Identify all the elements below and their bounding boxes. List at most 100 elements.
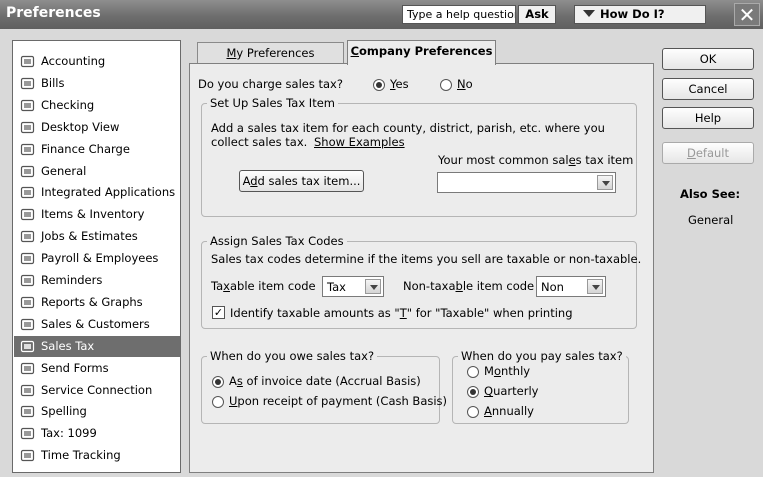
how-do-i-button[interactable]: How Do I? <box>574 5 706 24</box>
sidebar-item[interactable]: Time Tracking <box>14 445 180 466</box>
sales-tax-icon <box>20 339 35 354</box>
chevron-down-icon[interactable] <box>587 279 603 294</box>
sidebar-item-label: Sales Tax <box>41 338 95 353</box>
sidebar-item-label: Service Connection <box>41 382 153 397</box>
default-button: Default <box>662 142 754 164</box>
sidebar-item[interactable]: Send Forms <box>14 358 180 379</box>
non-taxable-item-code-select[interactable]: Non <box>536 276 606 297</box>
quarterly-radio[interactable] <box>467 386 479 398</box>
general-icon <box>20 164 35 179</box>
monthly-radio[interactable] <box>467 366 479 378</box>
sidebar-item[interactable]: Payroll & Employees <box>14 248 180 269</box>
charge-yes-radio[interactable] <box>373 79 385 91</box>
sidebar-item-label: Checking <box>41 97 95 112</box>
sidebar-item-label: Bills <box>41 75 65 90</box>
sidebar-item-label: Payroll & Employees <box>41 251 159 266</box>
reports-graphs-icon <box>20 295 35 310</box>
common-item-label: Your most common sales tax item <box>438 153 634 167</box>
integrated-apps-icon <box>20 185 35 200</box>
tab-company-preferences[interactable]: Company Preferences <box>347 40 496 65</box>
show-examples-link[interactable]: Show Examples <box>314 135 405 149</box>
common-sales-tax-item-select[interactable] <box>437 172 616 193</box>
quarterly-label: Quarterly <box>484 384 539 398</box>
sidebar-item-label: Spelling <box>41 404 87 419</box>
annually-label: Annually <box>484 404 534 418</box>
dropdown-triangle-icon <box>583 10 595 17</box>
sidebar-item[interactable]: Sales & Customers <box>14 314 180 335</box>
sidebar-item[interactable]: Finance Charge <box>14 139 180 160</box>
close-icon[interactable]: ✕ <box>734 3 760 26</box>
sidebar-item[interactable]: Tax: 1099 <box>14 423 180 444</box>
cash-basis-radio[interactable] <box>212 396 224 408</box>
also-see-general-link[interactable]: General <box>688 213 733 227</box>
owe-sales-tax-group <box>201 356 440 424</box>
payroll-icon <box>20 251 35 266</box>
codes-group-legend: Assign Sales Tax Codes <box>207 234 347 248</box>
title-bar: Preferences Type a help question Ask How… <box>0 0 763 29</box>
sidebar-item[interactable]: Jobs & Estimates <box>14 226 180 247</box>
setup-description-line1: Add a sales tax item for each county, di… <box>211 121 605 135</box>
ask-button[interactable]: Ask <box>518 5 556 24</box>
sidebar-item-label: Reports & Graphs <box>41 294 143 309</box>
window-title: Preferences <box>6 5 101 21</box>
sidebar-item-label: Items & Inventory <box>41 207 145 222</box>
sidebar-item[interactable]: Checking <box>14 95 180 116</box>
non-taxable-code-value: Non <box>541 280 564 294</box>
sidebar-item[interactable]: Reminders <box>14 270 180 291</box>
time-tracking-icon <box>20 448 35 463</box>
sidebar-item[interactable]: Sales Tax <box>14 335 180 357</box>
sidebar-item[interactable]: Desktop View <box>14 117 180 138</box>
sidebar-item-label: Integrated Applications <box>41 185 176 200</box>
sidebar-item-label: General <box>41 163 87 178</box>
sidebar-item[interactable]: Reports & Graphs <box>14 292 180 313</box>
finance-charge-icon <box>20 142 35 157</box>
sidebar-item-label: Sales & Customers <box>41 316 150 331</box>
taxable-item-code-select[interactable]: Tax <box>322 276 384 297</box>
setup-description-line2: collect sales tax. <box>211 135 308 149</box>
tab-my-preferences[interactable]: My Preferences <box>197 42 344 64</box>
pay-group-legend: When do you pay sales tax? <box>458 349 626 363</box>
sidebar-item-label: Finance Charge <box>41 141 130 156</box>
sidebar-item[interactable]: Accounting <box>14 51 180 72</box>
taxable-item-code-label: Taxable item code <box>211 279 316 293</box>
monthly-label: Monthly <box>484 364 531 378</box>
tax-1099-icon <box>20 426 35 441</box>
accrual-basis-radio[interactable] <box>212 376 224 388</box>
sidebar-item[interactable]: Integrated Applications <box>14 182 180 203</box>
preferences-category-list: Accounting Bills Checking Desktop View Finan… <box>12 40 181 473</box>
sidebar-item[interactable]: Spelling <box>14 401 180 422</box>
ok-button[interactable]: OK <box>662 48 754 70</box>
desktop-view-icon <box>20 120 35 135</box>
jobs-estimates-icon <box>20 229 35 244</box>
annually-radio[interactable] <box>467 406 479 418</box>
sidebar-item[interactable]: Items & Inventory <box>14 204 180 225</box>
sales-customers-icon <box>20 317 35 332</box>
charge-no-radio[interactable] <box>440 79 452 91</box>
help-search-input[interactable]: Type a help question <box>402 5 516 24</box>
sidebar-item-label: Time Tracking <box>41 448 121 463</box>
identify-taxable-checkbox[interactable]: ✓ <box>212 306 225 319</box>
items-inventory-icon <box>20 207 35 222</box>
identify-taxable-label: Identify taxable amounts as "T" for "Tax… <box>230 306 573 320</box>
chevron-down-icon[interactable] <box>597 175 613 190</box>
checking-icon <box>20 98 35 113</box>
reminders-icon <box>20 273 35 288</box>
codes-description: Sales tax codes determine if the items y… <box>211 252 642 266</box>
service-connection-icon <box>20 383 35 398</box>
cash-basis-label: Upon receipt of payment (Cash Basis) <box>229 394 448 408</box>
how-do-i-label: How Do I? <box>600 7 665 21</box>
help-button[interactable]: Help <box>662 107 754 129</box>
add-sales-tax-item-button[interactable]: Add sales tax item... <box>239 170 364 192</box>
sidebar-item-label: Send Forms <box>41 360 109 375</box>
taxable-code-value: Tax <box>327 280 346 294</box>
cancel-button[interactable]: Cancel <box>662 78 754 100</box>
charge-yes-label: Yes <box>390 77 409 91</box>
sidebar-item[interactable]: General <box>14 161 180 182</box>
accrual-basis-label: As of invoice date (Accrual Basis) <box>229 374 421 388</box>
sidebar-item[interactable]: Service Connection <box>14 380 180 401</box>
sidebar-item[interactable]: Bills <box>14 73 180 94</box>
also-see-heading: Also See: <box>680 187 741 201</box>
chevron-down-icon[interactable] <box>365 279 381 294</box>
non-taxable-item-code-label: Non-taxable item code <box>403 279 535 293</box>
send-forms-icon <box>20 361 35 376</box>
